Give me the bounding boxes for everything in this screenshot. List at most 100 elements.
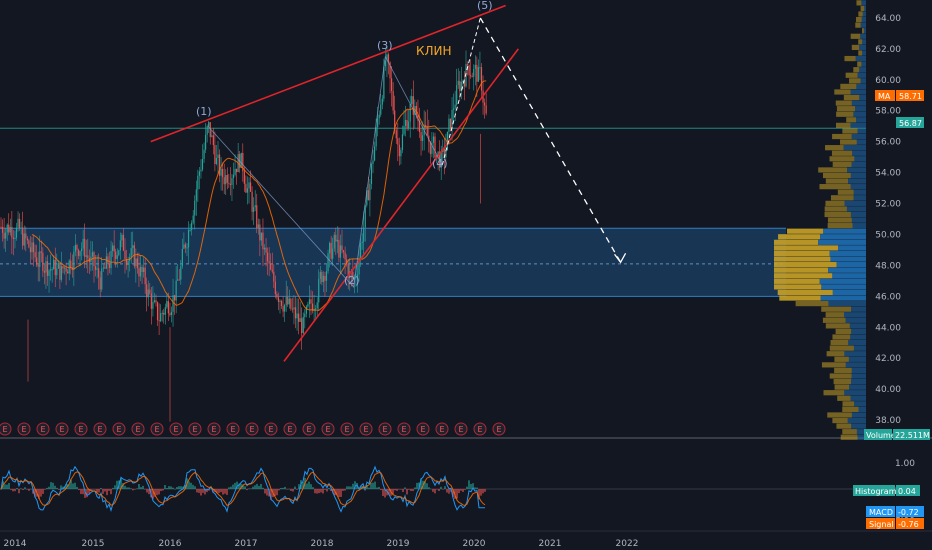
candle-body: [457, 80, 459, 86]
macd-histogram-bar: [196, 489, 198, 493]
macd-histogram-bar: [160, 489, 162, 492]
candle-body: [287, 296, 289, 305]
candle-body: [108, 264, 111, 269]
candle-body: [363, 227, 365, 242]
time-tick-label: 2016: [159, 539, 182, 549]
volume-profile-bar-down: [774, 239, 819, 245]
macd-histogram-bar: [276, 489, 278, 496]
macd-histogram-bar: [246, 489, 248, 491]
candle-body: [184, 244, 187, 248]
macd-histogram-bar: [134, 489, 136, 490]
volume-profile-bar-down: [840, 434, 858, 440]
macd-histogram-bar: [128, 487, 130, 489]
volume-profile-bar-down: [832, 133, 852, 140]
candle-body: [94, 266, 97, 270]
candle-body: [420, 131, 422, 141]
candle-body: [206, 126, 208, 135]
macd-histogram-bar: [56, 487, 58, 489]
volume-profile-bar-up: [851, 367, 866, 374]
candle-body: [473, 68, 475, 77]
macd-histogram-bar: [20, 488, 22, 489]
earnings-marker-label: E: [458, 425, 463, 434]
candle-body: [404, 119, 407, 127]
candle-body: [200, 169, 202, 172]
price-tick-label: 48.00: [875, 261, 901, 271]
macd-histogram-bar: [48, 486, 50, 489]
macd-histogram-bar: [102, 489, 104, 494]
candle-body: [102, 267, 104, 269]
volume-profile-bar-up: [853, 195, 866, 201]
candle-body: [121, 234, 123, 241]
candle-body: [451, 109, 453, 129]
macd-histogram-bar: [170, 486, 172, 489]
volume-profile-bar-down: [821, 362, 846, 368]
candle-body: [19, 218, 21, 229]
candle-body: [277, 297, 280, 302]
candle-body: [412, 96, 414, 115]
candle-body: [369, 183, 371, 201]
macd-histogram-bar: [4, 484, 6, 489]
earnings-marker-label: E: [78, 425, 83, 434]
candle-body: [54, 259, 56, 276]
candle-body: [361, 241, 363, 243]
macd-histogram-bar: [368, 487, 370, 489]
candle-body: [329, 242, 331, 254]
volume-profile-bar-down: [830, 339, 849, 346]
macd-histogram-bar: [378, 486, 380, 489]
candle-body: [60, 266, 63, 280]
earnings-marker-label: E: [477, 425, 482, 434]
candle-body: [112, 245, 114, 251]
volume-profile-bar-up: [838, 245, 866, 251]
macd-histogram-bar: [16, 487, 18, 489]
candle-body: [280, 300, 283, 307]
candle-body: [474, 64, 476, 69]
candle-body: [215, 158, 218, 165]
price-tick-label: 38.00: [875, 416, 901, 426]
volume-profile-bar-up: [819, 278, 866, 284]
candle-body: [147, 289, 149, 298]
time-tick-label: 2017: [235, 539, 258, 549]
macd-histogram-bar: [432, 489, 434, 492]
candle-body: [308, 299, 311, 305]
volume-profile-bar-up: [843, 145, 866, 151]
volume-profile-bar-up: [860, 33, 866, 39]
projection-arrow: [479, 17, 622, 263]
candle-body: [122, 234, 125, 251]
macd-histogram-bar: [44, 489, 46, 490]
macd-histogram-bar: [72, 483, 74, 489]
volume-profile-bar-up: [852, 223, 866, 229]
candle-body: [181, 248, 183, 267]
earnings-marker-label: E: [268, 425, 273, 434]
volume-profile-bar-down: [774, 267, 829, 273]
macd-histogram-bar: [468, 480, 470, 489]
macd-histogram-bar: [350, 486, 352, 489]
macd-histogram-bar: [60, 485, 62, 489]
volume-profile-bar-down: [842, 429, 857, 435]
volume-label: Volume: [866, 431, 896, 440]
candle-body: [28, 240, 30, 248]
candle-body: [377, 118, 379, 128]
earnings-marker-label: E: [249, 425, 254, 434]
price-chart[interactable]: E E E E E E E E E E E E E E E E E E E E E E E E E E E 64.00 62.00 60…: [0, 0, 932, 550]
earnings-marker-label: E: [154, 425, 159, 434]
candle-body: [319, 271, 321, 279]
macd-histogram-bar: [290, 489, 292, 491]
macd-histogram-bar: [296, 489, 298, 490]
candle-body: [293, 307, 295, 310]
candle-body: [333, 234, 335, 249]
volume-profile-bar-up: [858, 406, 866, 413]
candle-body: [169, 313, 171, 316]
candle-body: [260, 232, 262, 241]
volume-profile-bar-down: [845, 72, 858, 78]
candle-body: [93, 252, 95, 267]
candle-body: [68, 260, 70, 274]
volume-profile-bar-up: [851, 423, 866, 429]
candle-body: [217, 154, 219, 159]
macd-histogram-bar: [98, 489, 100, 493]
earnings-marker-label: E: [2, 425, 7, 434]
candle-body: [14, 237, 16, 240]
volume-profile-bar-up: [846, 206, 866, 212]
volume-profile-bar-up: [849, 323, 866, 329]
candle-body: [485, 105, 487, 114]
macd-histogram-bar: [456, 489, 458, 499]
